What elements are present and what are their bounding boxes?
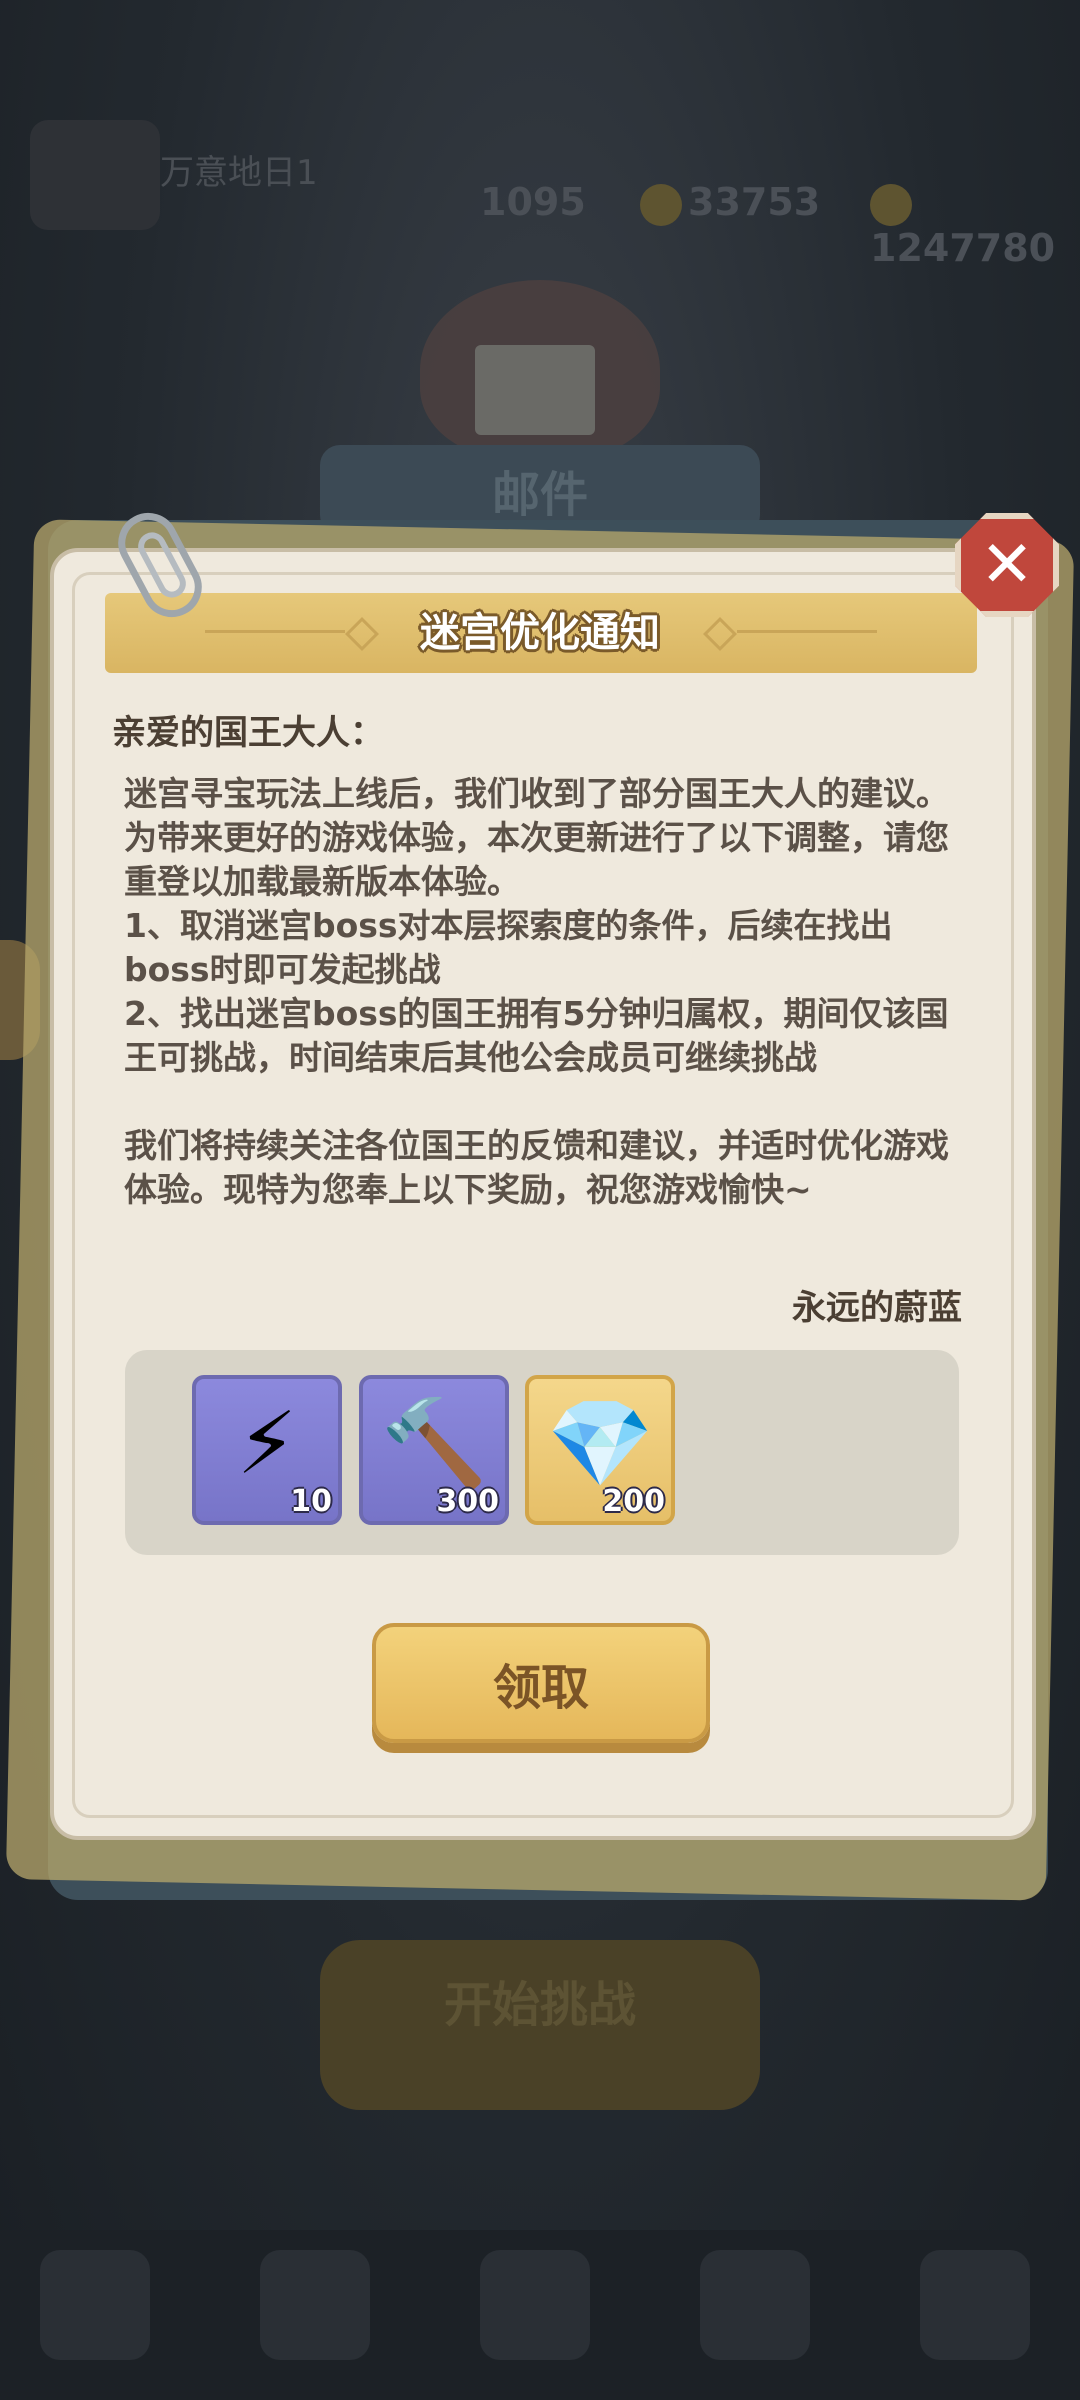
reward-count: 10 (290, 1484, 332, 1519)
mail-body: 迷宫寻宝玩法上线后，我们收到了部分国王大人的建议。为带来更好的游戏体验，本次更新… (124, 772, 964, 1212)
nav-icon (260, 2250, 370, 2360)
signature: 永远的蔚蓝 (792, 1288, 962, 1328)
gem-icon (870, 183, 912, 226)
lightning-icon: ⚡ (236, 1394, 298, 1494)
reward-item-energy[interactable]: ⚡ 10 (192, 1375, 342, 1525)
reward-count: 300 (436, 1484, 499, 1519)
mail-title: 邮件 (491, 467, 588, 523)
mail-paragraph: 迷宫寻宝玩法上线后，我们收到了部分国王大人的建议。为带来更好的游戏体验，本次更新… (124, 774, 949, 901)
close-icon: ✕ (980, 528, 1034, 602)
nav-icon (480, 2250, 590, 2360)
coin-icon (640, 183, 682, 226)
nav-icon (700, 2250, 810, 2360)
mail-paragraph: 1、取消迷宫boss对本层探索度的条件，后续在找出boss时即可发起挑战 (124, 906, 893, 989)
reward-count: 200 (602, 1484, 665, 1519)
reward-item-diamond[interactable]: 💎 200 (525, 1375, 675, 1525)
mail-paragraph: 我们将持续关注各位国王的反馈和建议，并适时优化游戏体验。现特为您奉上以下奖励，祝… (124, 1126, 949, 1209)
nav-icon (40, 2250, 150, 2360)
reward-item-chisel[interactable]: 🔨 300 (359, 1375, 509, 1525)
chisel-icon: 🔨 (380, 1394, 488, 1494)
player-name: 万意地日1 (160, 153, 318, 193)
bottom-nav (0, 2230, 1080, 2400)
claim-button[interactable]: 领取 (372, 1623, 710, 1743)
nav-icon (920, 2250, 1030, 2360)
envelope-icon (475, 345, 595, 435)
start-challenge-label: 开始挑战 (443, 1977, 636, 2033)
resource-3: 1247780 (870, 180, 1080, 270)
greeting: 亲爱的国王大人： (112, 713, 384, 753)
mail-paragraph: 2、找出迷宫boss的国王拥有5分钟归属权，期间仅该国王可挑战，时间结束后其他公… (124, 994, 949, 1077)
resource-2: 33753 (640, 180, 820, 226)
resource-1: 1095 (480, 180, 586, 224)
diamond-icon: 💎 (546, 1394, 654, 1494)
player-avatar (30, 120, 160, 230)
